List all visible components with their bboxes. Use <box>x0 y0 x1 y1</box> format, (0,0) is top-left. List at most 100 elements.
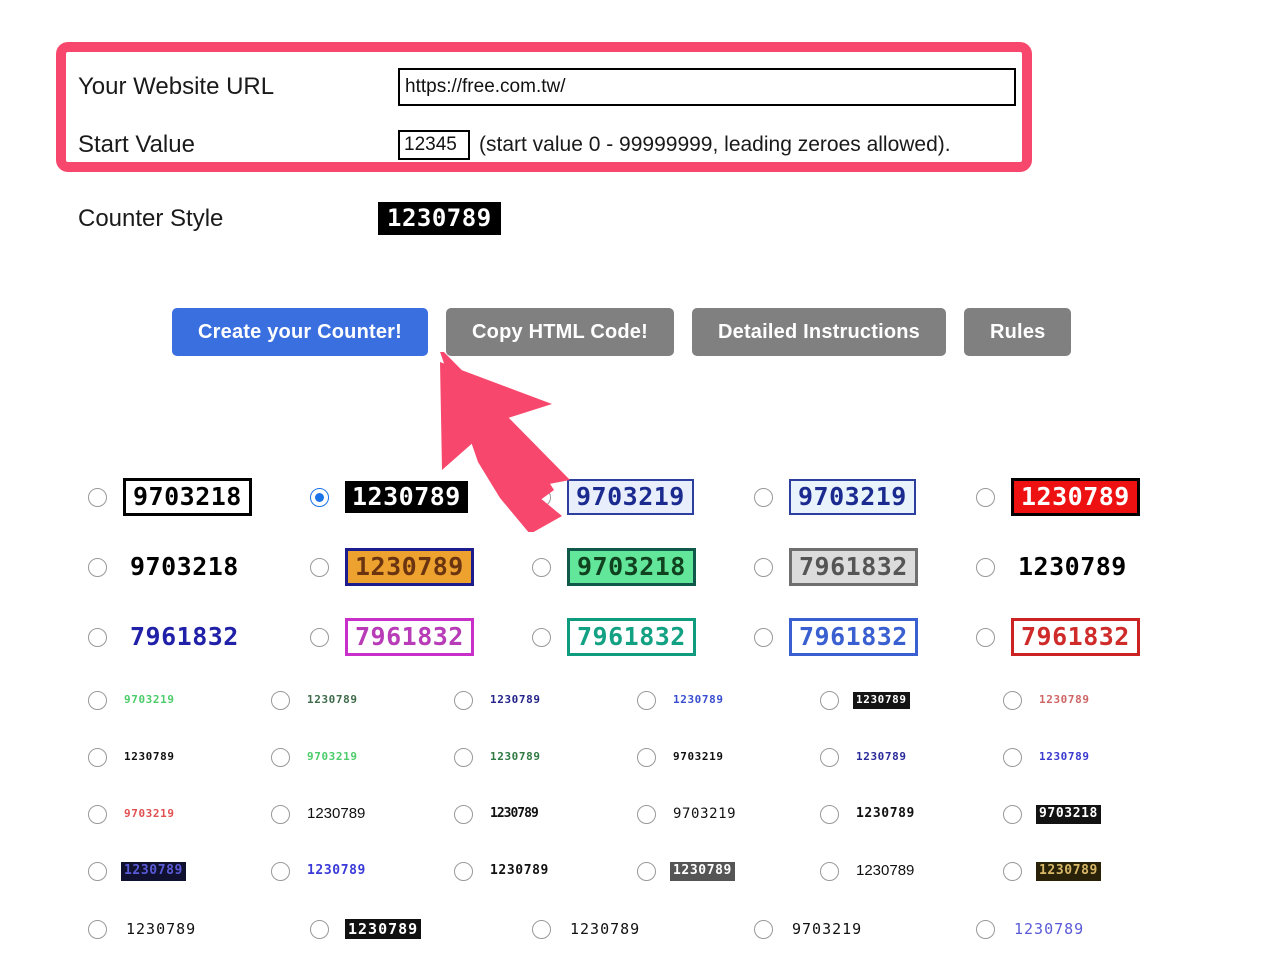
style-radio[interactable] <box>88 557 107 577</box>
style-radio[interactable] <box>310 487 329 507</box>
style-radio[interactable] <box>754 627 773 647</box>
style-radio[interactable] <box>820 805 839 824</box>
style-radio[interactable] <box>310 557 329 577</box>
style-option[interactable]: 9703218 <box>88 551 310 583</box>
style-radio[interactable] <box>532 557 551 577</box>
style-option[interactable]: 7961832 <box>754 547 976 587</box>
style-option[interactable]: 7961832 <box>754 617 976 657</box>
style-radio[interactable] <box>454 691 473 710</box>
style-radio[interactable] <box>976 919 995 939</box>
style-option[interactable]: 7961832 <box>532 617 754 657</box>
style-radio[interactable] <box>754 557 773 577</box>
style-option[interactable]: 1230789 <box>637 691 820 710</box>
style-radio[interactable] <box>976 487 995 507</box>
style-option[interactable]: 7961832 <box>976 617 1198 657</box>
style-radio[interactable] <box>88 487 107 507</box>
style-option[interactable]: 1230789 <box>454 805 637 824</box>
style-option[interactable]: 1230789 <box>454 862 637 881</box>
style-radio[interactable] <box>88 748 107 767</box>
style-radio[interactable] <box>532 487 551 507</box>
style-option[interactable]: 1230789 <box>454 691 637 710</box>
style-radio[interactable] <box>754 919 773 939</box>
style-option[interactable]: 9703219 <box>754 919 976 940</box>
style-option[interactable]: 1230789 <box>820 861 1003 882</box>
style-option[interactable]: 9703219 <box>637 804 820 824</box>
style-option[interactable]: 1230789 <box>310 480 532 514</box>
copy-html-code-button[interactable]: Copy HTML Code! <box>446 308 674 356</box>
url-row: Your Website URL <box>78 58 1016 116</box>
style-option[interactable]: 1230789 <box>271 862 454 881</box>
style-radio[interactable] <box>88 805 107 824</box>
style-option[interactable]: 1230789 <box>976 919 1198 940</box>
style-option[interactable]: 9703218 <box>88 477 310 517</box>
style-radio[interactable] <box>1003 748 1022 767</box>
website-url-input[interactable] <box>398 68 1016 106</box>
style-option[interactable]: 9703219 <box>754 478 976 516</box>
style-option[interactable]: 1230789 <box>1003 862 1186 881</box>
detailed-instructions-button[interactable]: Detailed Instructions <box>691 308 946 356</box>
style-option[interactable]: 1230789 <box>820 805 1003 824</box>
counter-style-grid: 9703218 1230789 9703219 9703219 1230789 … <box>88 462 1198 958</box>
style-radio[interactable] <box>271 862 290 881</box>
style-option[interactable]: 7961832 <box>88 621 310 653</box>
style-radio[interactable] <box>88 919 107 939</box>
style-option[interactable]: 1230789 <box>820 691 1003 710</box>
style-option[interactable]: 1230789 <box>637 862 820 881</box>
style-radio[interactable] <box>1003 691 1022 710</box>
style-option[interactable]: 7961832 <box>310 617 532 657</box>
style-option[interactable]: 1230789 <box>271 691 454 710</box>
rules-button[interactable]: Rules <box>964 308 1072 356</box>
style-preview: 9703219 <box>124 807 175 821</box>
style-radio[interactable] <box>532 919 551 939</box>
style-radio[interactable] <box>88 862 107 881</box>
style-radio[interactable] <box>310 627 329 647</box>
style-preview: 1230789 <box>853 692 910 709</box>
style-option[interactable]: 9703219 <box>271 748 454 767</box>
style-radio[interactable] <box>88 691 107 710</box>
style-option[interactable]: 1230789 <box>820 748 1003 767</box>
style-option[interactable]: 1230789 <box>310 547 532 587</box>
style-option[interactable]: 1230789 <box>976 477 1198 517</box>
style-radio[interactable] <box>820 748 839 767</box>
style-preview: 1230789 <box>1039 750 1090 764</box>
style-option[interactable]: 9703219 <box>88 691 271 710</box>
style-radio[interactable] <box>310 919 329 939</box>
style-radio[interactable] <box>271 748 290 767</box>
style-radio[interactable] <box>976 557 995 577</box>
style-option[interactable]: 9703219 <box>532 478 754 516</box>
style-option[interactable]: 9703219 <box>88 805 271 824</box>
style-option[interactable]: 9703219 <box>637 748 820 767</box>
style-option[interactable]: 9703218 <box>532 547 754 587</box>
style-radio[interactable] <box>637 748 656 767</box>
style-preview: 9703219 <box>124 693 175 707</box>
style-option[interactable]: 1230789 <box>532 919 754 940</box>
style-radio[interactable] <box>88 627 107 647</box>
style-option[interactable]: 1230789 <box>1003 748 1186 767</box>
style-option[interactable]: 1230789 <box>976 551 1198 583</box>
style-radio[interactable] <box>754 487 773 507</box>
create-counter-button[interactable]: Create your Counter! <box>172 308 429 356</box>
style-option[interactable]: 1230789 <box>271 804 454 825</box>
style-option[interactable]: 1230789 <box>88 748 271 767</box>
style-option[interactable]: 1230789 <box>310 918 532 940</box>
style-option[interactable]: 9703218 <box>1003 805 1186 824</box>
style-radio[interactable] <box>271 805 290 824</box>
style-option[interactable]: 1230789 <box>454 748 637 767</box>
style-radio[interactable] <box>454 862 473 881</box>
style-radio[interactable] <box>637 804 656 824</box>
style-radio[interactable] <box>1003 862 1022 881</box>
style-radio[interactable] <box>820 691 839 710</box>
style-radio[interactable] <box>454 805 473 824</box>
style-radio[interactable] <box>976 627 995 647</box>
style-option[interactable]: 1230789 <box>88 919 310 940</box>
style-radio[interactable] <box>454 748 473 767</box>
style-radio[interactable] <box>637 691 656 710</box>
style-radio[interactable] <box>820 862 839 881</box>
style-radio[interactable] <box>1003 805 1022 824</box>
style-radio[interactable] <box>637 862 656 881</box>
style-radio[interactable] <box>532 627 551 647</box>
style-option[interactable]: 1230789 <box>88 862 271 881</box>
style-radio[interactable] <box>271 691 290 710</box>
start-value-input[interactable] <box>398 130 470 160</box>
style-option[interactable]: 1230789 <box>1003 691 1186 710</box>
